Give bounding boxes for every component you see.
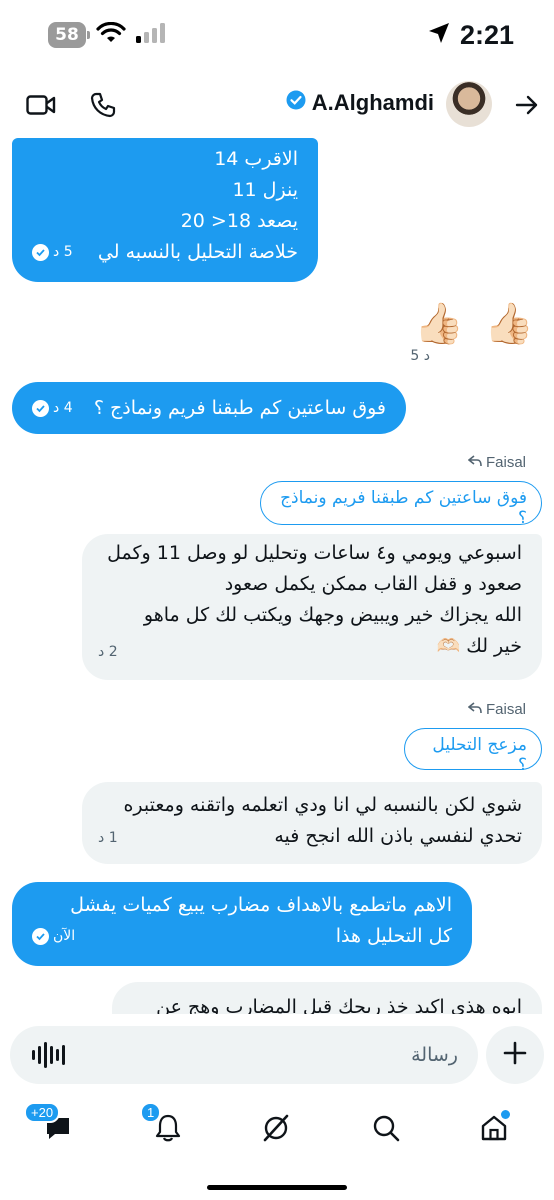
quoted-message[interactable]: فوق ساعتين كم طبقنا فريم ونماذج ؟ — [260, 481, 542, 528]
message-time: 2 د — [98, 644, 118, 660]
message-text: فوق ساعتين كم طبقنا فريم ونماذج ؟ — [93, 396, 386, 419]
reply-arrow-icon — [467, 454, 482, 471]
message-time: 5 د — [53, 244, 73, 260]
read-check-icon — [32, 928, 49, 945]
status-time-group: 2:21 — [428, 20, 514, 51]
battery-indicator: 58 — [48, 22, 90, 48]
battery-level: 58 — [55, 25, 79, 45]
message-line: اسبوعي ويومي و٤ ساعات وتحليل لو وصل 11 و… — [107, 542, 522, 564]
nav-search[interactable] — [366, 1110, 406, 1150]
message-line: خلاصة التحليل بالنسبه لي — [97, 241, 298, 263]
location-arrow-icon — [428, 20, 450, 51]
reply-arrow-icon — [467, 701, 482, 718]
contact-name: A.Alghamdi — [311, 90, 434, 115]
message-line: يصعد 18< 20 — [180, 210, 298, 232]
message-line: الاهم ماتطمع بالاهداف مضارب يبيع كميات ي… — [70, 894, 452, 916]
messages-badge: +20 — [24, 1102, 61, 1123]
bottom-nav: +20 1 — [0, 1094, 554, 1200]
verified-icon — [286, 90, 306, 116]
message-time: 1 د — [98, 830, 118, 846]
message-time: 5 د — [410, 348, 430, 364]
thumbs-up-icon: 👍🏻 — [414, 301, 465, 347]
message-bubble[interactable]: الاهم ماتطمع بالاهداف مضارب يبيع كميات ي… — [12, 882, 472, 966]
forward-arrow-icon[interactable] — [510, 88, 544, 122]
wifi-icon — [96, 21, 126, 48]
nav-notifications[interactable]: 1 — [140, 1102, 188, 1150]
contact-name-group[interactable]: A.Alghamdi — [286, 90, 434, 116]
voice-message-icon[interactable] — [32, 1042, 65, 1068]
grok-icon — [261, 1113, 291, 1147]
quoted-message[interactable]: مزعج التحليل ؟ — [404, 728, 542, 775]
cellular-signal-icon — [136, 23, 166, 47]
message-bubble[interactable]: ايوه هذي اكيد خذ ربحك قبل المضارب وهج عن — [112, 982, 542, 1014]
emoji-message[interactable]: 👍🏻 👍🏻 — [414, 300, 534, 347]
message-line: كل التحليل هذا — [335, 925, 452, 947]
status-left: 58 — [48, 21, 166, 48]
message-bubble[interactable]: اسبوعي ويومي و٤ ساعات وتحليل لو وصل 11 و… — [82, 534, 542, 680]
chat-header: A.Alghamdi — [0, 76, 554, 136]
message-bubble[interactable]: شوي لكن بالنسبه لي انا ودي اتعلمه واتقنه… — [82, 782, 542, 864]
status-bar: 58 2:21 — [0, 0, 554, 76]
avatar[interactable] — [446, 81, 492, 127]
message-meta: 5 د — [32, 237, 73, 268]
message-line: ايوه هذي اكيد خذ ربحك قبل المضارب وهج عن — [156, 996, 522, 1014]
message-bubble[interactable]: فوق ساعتين كم طبقنا فريم ونماذج ؟ 4 د — [12, 382, 406, 434]
reply-indicator: Faisal — [467, 701, 526, 718]
message-time: الآن — [53, 928, 76, 944]
message-line: الاقرب 14 — [214, 148, 298, 170]
read-check-icon — [32, 399, 49, 417]
message-line: صعود و قفل القاب ممكن يكمل صعود — [224, 573, 522, 595]
message-meta: الآن — [32, 921, 75, 952]
home-indicator — [207, 1185, 347, 1190]
message-meta: 4 د — [32, 393, 73, 424]
add-attachment-button[interactable] — [486, 1026, 544, 1084]
message-line: الله يجزاك خير ويبيض وجهك ويكتب لك كل ما… — [143, 604, 522, 626]
phone-icon[interactable] — [86, 88, 120, 122]
search-icon — [372, 1114, 400, 1146]
read-check-icon — [32, 244, 49, 261]
message-line: شوي لكن بالنسبه لي انا ودي اتعلمه واتقنه… — [123, 794, 522, 816]
message-clip: ايوه هذي اكيد خذ ربحك قبل المضارب وهج عن — [112, 982, 542, 1014]
status-time: 2:21 — [459, 20, 514, 50]
message-time: 4 د — [53, 399, 73, 416]
message-bubble[interactable]: الاقرب 14 ينزل 11 يصعد 18< 20 خلاصة التح… — [12, 138, 318, 282]
message-line: ينزل 11 — [232, 179, 298, 201]
home-new-dot — [501, 1110, 510, 1119]
reply-indicator: Faisal — [467, 454, 526, 471]
message-composer — [10, 1026, 478, 1084]
nav-messages[interactable]: +20 — [24, 1102, 78, 1150]
notifications-badge: 1 — [140, 1102, 162, 1123]
reply-to-name: Faisal — [485, 701, 526, 718]
message-line: خير لك 🫶🏻 — [436, 635, 523, 657]
video-icon[interactable] — [24, 88, 58, 122]
nav-grok[interactable] — [256, 1110, 296, 1150]
message-line: تحدي لنفسي باذن الله انجح فيه — [274, 825, 522, 847]
plus-icon — [503, 1041, 527, 1069]
thumbs-up-icon: 👍🏻 — [484, 301, 534, 347]
message-input[interactable] — [118, 1026, 458, 1084]
reply-to-name: Faisal — [485, 454, 526, 471]
nav-home[interactable] — [474, 1110, 514, 1150]
